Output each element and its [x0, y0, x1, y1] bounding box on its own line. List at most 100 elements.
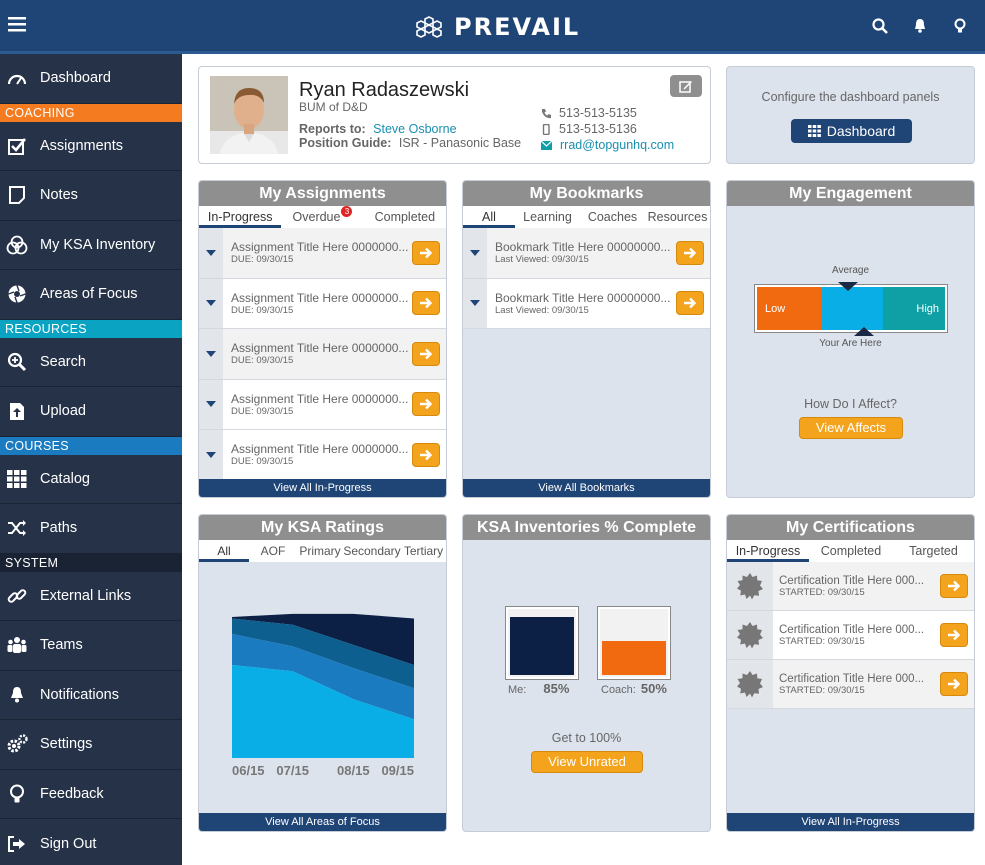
reports-to-link[interactable]: Steve Osborne	[373, 122, 456, 136]
caret-down-icon[interactable]	[463, 228, 487, 278]
sidebar-item-teams[interactable]: Teams	[0, 621, 182, 671]
tab-aof[interactable]: AOF	[249, 540, 297, 562]
sidebar-item-label: Upload	[40, 403, 86, 420]
sidebar-item-label: Notes	[40, 187, 78, 204]
bookmarks-panel: My Bookmarks All Learning Coaches Resour…	[462, 180, 711, 498]
open-arrow-button[interactable]	[940, 623, 968, 647]
bell-icon[interactable]	[911, 17, 931, 37]
list-item[interactable]: Assignment Title Here 0000000... DUE: 09/…	[199, 228, 446, 279]
section-system: SYSTEM	[0, 553, 182, 572]
bell-icon	[6, 684, 28, 706]
view-all-bookmarks-link[interactable]: View All Bookmarks	[463, 479, 710, 497]
tab-completed[interactable]: Completed	[809, 540, 893, 562]
view-unrated-button[interactable]: View Unrated	[531, 751, 643, 773]
caret-down-icon[interactable]	[463, 278, 487, 328]
list-item[interactable]: Assignment Title Here 0000000... DUE: 09/…	[199, 430, 446, 481]
list-item[interactable]: Certification Title Here 000... STARTED: …	[727, 611, 974, 660]
lightbulb-icon[interactable]	[951, 17, 971, 37]
sidebar-item-sign-out[interactable]: Sign Out	[0, 819, 182, 865]
open-arrow-button[interactable]	[412, 341, 440, 366]
position-guide-value: ISR - Panasonic Base	[398, 136, 522, 150]
me-value: 85%	[543, 681, 570, 696]
email-link[interactable]: rrad@topgunhq.com	[560, 137, 674, 153]
view-all-certifications-link[interactable]: View All In-Progress	[727, 813, 974, 831]
tab-secondary[interactable]: Secondary	[343, 540, 401, 562]
sidebar-item-ksa-inventory[interactable]: My KSA Inventory	[0, 221, 182, 270]
sidebar-item-label: Notifications	[40, 686, 119, 703]
sidebar-item-assignments[interactable]: Assignments	[0, 122, 182, 171]
hamburger-menu-icon[interactable]	[8, 16, 28, 36]
assignments-title: My Assignments	[199, 181, 446, 206]
tab-targeted[interactable]: Targeted	[893, 540, 974, 562]
open-arrow-button[interactable]	[412, 240, 440, 265]
open-arrow-button[interactable]	[412, 442, 440, 467]
tab-primary[interactable]: Primary	[297, 540, 343, 562]
sidebar-item-upload[interactable]: Upload	[0, 387, 182, 437]
coach-label: Coach:	[601, 684, 636, 696]
sidebar-item-catalog[interactable]: Catalog	[0, 455, 182, 504]
caret-down-icon[interactable]	[199, 278, 223, 328]
average-marker	[838, 282, 858, 291]
list-item[interactable]: Assignment Title Here 0000000... DUE: 09/…	[199, 278, 446, 329]
caret-down-icon[interactable]	[199, 228, 223, 278]
sidebar-item-label: Settings	[40, 736, 93, 753]
bookmarks-tabs: All Learning Coaches Resources	[463, 206, 710, 228]
caret-down-icon[interactable]	[199, 379, 223, 429]
tab-coaches[interactable]: Coaches	[580, 206, 645, 228]
tab-in-progress[interactable]: In-Progress	[199, 206, 282, 228]
link-icon	[6, 585, 28, 607]
list-item[interactable]: Certification Title Here 000... STARTED: …	[727, 660, 974, 709]
sidebar-item-external-links[interactable]: External Links	[0, 572, 182, 621]
list-item[interactable]: Assignment Title Here 0000000... DUE: 09/…	[199, 379, 446, 430]
tab-in-progress[interactable]: In-Progress	[727, 540, 809, 562]
ksa-complete-panel: KSA Inventories % Complete Me: 85% Coach…	[462, 514, 711, 832]
sidebar-item-areas-of-focus[interactable]: Areas of Focus	[0, 270, 182, 320]
open-arrow-button[interactable]	[676, 291, 704, 316]
configure-panel: Configure the dashboard panels Dashboard	[726, 66, 975, 164]
x-tick-label: 09/15	[381, 763, 414, 778]
sidebar-item-notes[interactable]: Notes	[0, 171, 182, 221]
engagement-meter: Low High	[755, 285, 947, 332]
configure-text: Configure the dashboard panels	[761, 90, 940, 104]
view-all-areas-link[interactable]: View All Areas of Focus	[199, 813, 446, 831]
bookmark-last-viewed: Last Viewed: 09/30/15	[495, 254, 589, 266]
sidebar-item-label: Assignments	[40, 137, 124, 154]
open-arrow-button[interactable]	[412, 392, 440, 417]
view-all-in-progress-link[interactable]: View All In-Progress	[199, 479, 446, 497]
caret-down-icon[interactable]	[199, 329, 223, 379]
dashboard-config-button[interactable]: Dashboard	[791, 119, 912, 143]
sidebar-item-label: Teams	[40, 637, 83, 654]
tab-overdue[interactable]: Overdue 3	[281, 206, 363, 228]
section-resources: RESOURCES	[0, 319, 182, 338]
open-arrow-button[interactable]	[940, 574, 968, 598]
view-affects-button[interactable]: View Affects	[799, 417, 903, 439]
sidebar-item-feedback[interactable]: Feedback	[0, 770, 182, 819]
tab-completed[interactable]: Completed	[364, 206, 446, 228]
open-arrow-button[interactable]	[676, 240, 704, 265]
open-arrow-button[interactable]	[412, 291, 440, 316]
list-item[interactable]: Bookmark Title Here 00000000... Last View…	[463, 228, 710, 279]
sidebar-item-notifications[interactable]: Notifications	[0, 671, 182, 720]
list-item[interactable]: Assignment Title Here 0000000... DUE: 09/…	[199, 329, 446, 380]
sidebar-item-label: Search	[40, 353, 86, 370]
mobile-icon	[541, 123, 551, 135]
caret-down-icon[interactable]	[199, 430, 223, 480]
tab-resources[interactable]: Resources	[645, 206, 710, 228]
list-item[interactable]: Bookmark Title Here 00000000... Last View…	[463, 278, 710, 329]
sidebar-item-dashboard[interactable]: Dashboard	[0, 54, 182, 104]
tab-learning[interactable]: Learning	[515, 206, 580, 228]
me-progress-box	[506, 607, 578, 679]
tab-all[interactable]: All	[199, 540, 249, 562]
engagement-title: My Engagement	[727, 181, 974, 206]
sidebar-item-settings[interactable]: Settings	[0, 720, 182, 770]
sidebar-item-paths[interactable]: Paths	[0, 504, 182, 554]
open-arrow-button[interactable]	[940, 672, 968, 696]
edit-profile-button[interactable]	[670, 75, 702, 97]
sidebar-item-search[interactable]: Search	[0, 338, 182, 387]
tab-all[interactable]: All	[463, 206, 515, 228]
search-icon[interactable]	[871, 17, 891, 37]
list-item[interactable]: Certification Title Here 000... STARTED: …	[727, 562, 974, 611]
tab-tertiary[interactable]: Tertiary	[401, 540, 446, 562]
profile-role: BUM of D&D	[299, 100, 368, 114]
gauge-icon	[6, 67, 28, 89]
